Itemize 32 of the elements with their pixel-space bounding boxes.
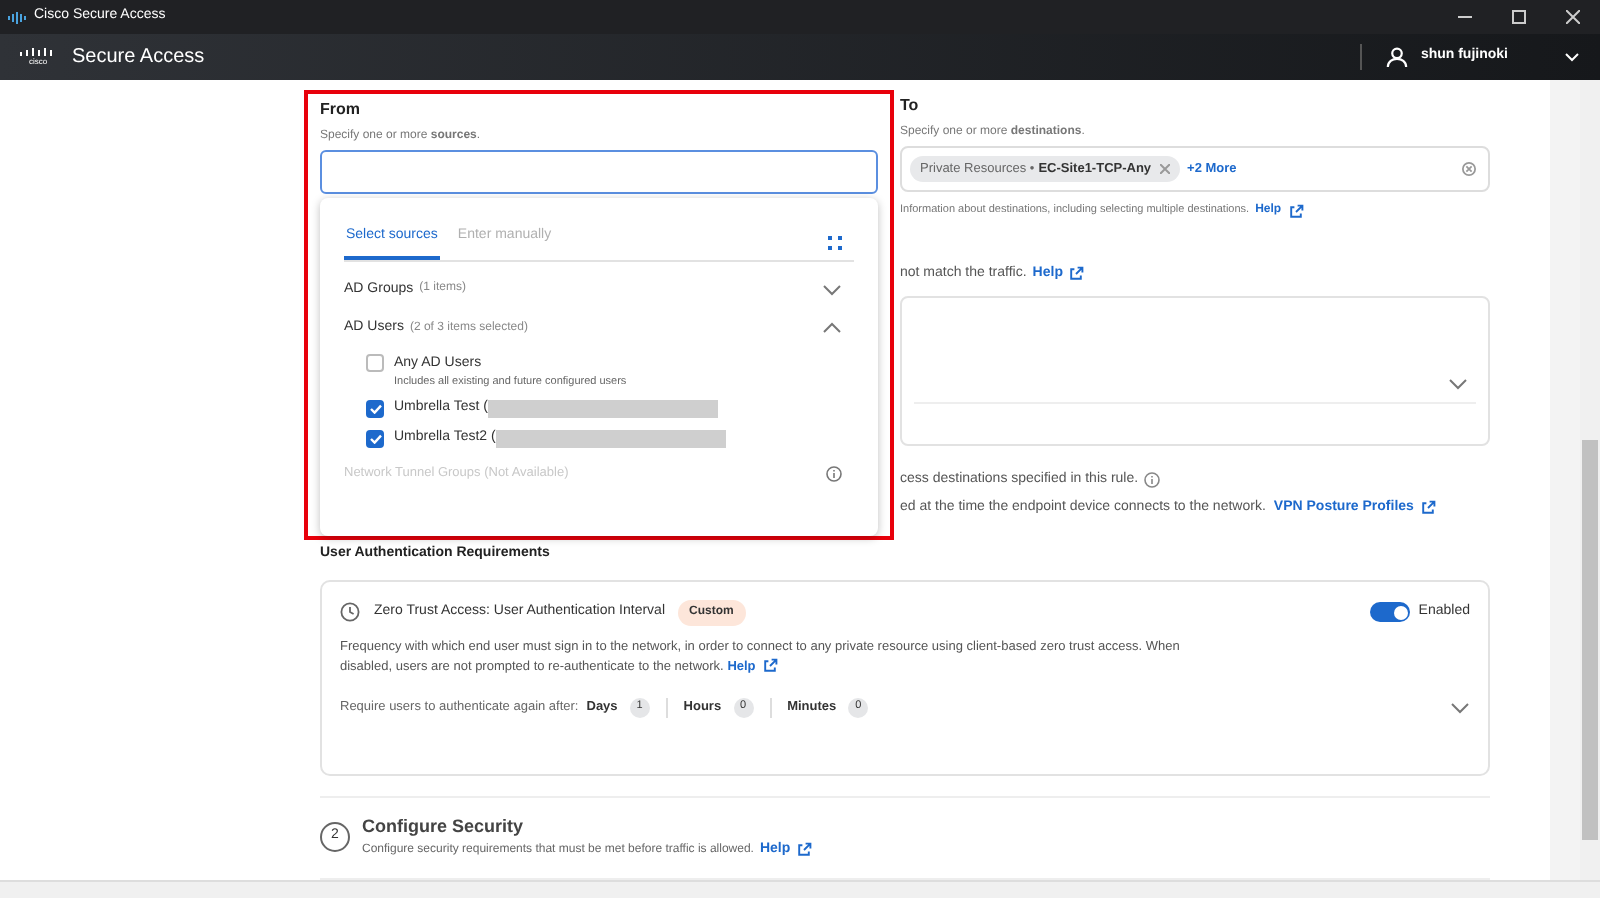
check-icon xyxy=(369,433,381,443)
user-icon[interactable] xyxy=(1386,46,1409,68)
horizontal-scrollbar[interactable] xyxy=(0,880,1600,898)
external-link-icon xyxy=(1068,266,1085,283)
app-name: Secure Access xyxy=(72,44,205,72)
close-icon[interactable] xyxy=(1566,10,1580,24)
clock-icon xyxy=(340,602,360,622)
check-icon xyxy=(369,404,381,414)
chevron-up-icon[interactable] xyxy=(822,322,842,335)
app-logo-icon xyxy=(8,11,28,23)
checkbox[interactable] xyxy=(366,400,384,418)
expand-icon[interactable] xyxy=(828,235,842,249)
sources-input-field[interactable] xyxy=(320,150,878,194)
clear-icon[interactable] xyxy=(1462,162,1476,176)
scrollbar[interactable] xyxy=(1580,80,1600,880)
remove-icon[interactable] xyxy=(1159,164,1170,174)
cisco-logo-icon xyxy=(20,48,56,58)
external-link-icon xyxy=(1419,500,1436,517)
info-icon[interactable] xyxy=(1144,471,1161,488)
info-icon[interactable] xyxy=(826,466,842,483)
scrollbar-thumb[interactable] xyxy=(1582,440,1598,840)
checkbox[interactable] xyxy=(366,354,384,373)
minimize-icon[interactable] xyxy=(1458,10,1472,24)
checkbox[interactable] xyxy=(366,429,384,447)
external-link-icon xyxy=(796,842,813,859)
external-link-icon xyxy=(761,657,778,674)
maximize-icon[interactable] xyxy=(1512,10,1526,24)
from-label: From xyxy=(320,98,362,122)
toggle-switch[interactable] xyxy=(1370,602,1411,622)
step-title: Configure Security xyxy=(362,813,526,840)
external-link-icon xyxy=(1287,203,1304,219)
to-label: To xyxy=(900,94,921,118)
